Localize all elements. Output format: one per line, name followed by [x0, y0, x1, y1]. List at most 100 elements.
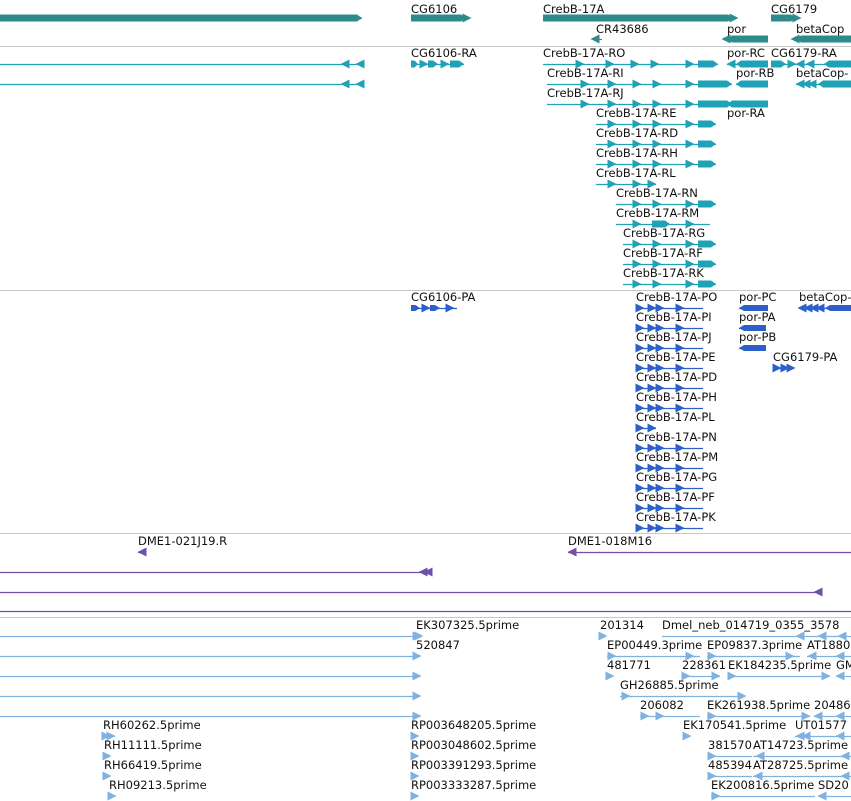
feature-label[interactable]: CrebB-17A-PJ — [636, 330, 712, 344]
feature-label[interactable]: RH66419.5prime — [104, 758, 202, 772]
feature-label[interactable]: CrebB-17A-PN — [636, 430, 717, 444]
feature-label[interactable]: CrebB-17A-PI — [636, 310, 712, 324]
exon-block[interactable] — [698, 60, 718, 68]
exon-block[interactable] — [0, 14, 362, 22]
feature-label[interactable]: AT14723.5prime — [753, 738, 848, 752]
feature-label[interactable]: SD20 — [818, 778, 849, 792]
feature-label[interactable]: 381570 — [708, 738, 752, 752]
feature-label[interactable]: 520847 — [416, 638, 460, 652]
feature-label[interactable]: GH26885.5prime — [620, 678, 719, 692]
feature-label[interactable]: 481771 — [607, 658, 651, 672]
feature-label[interactable]: CrebB-17A-PL — [636, 410, 715, 424]
feature-label[interactable]: CrebB-17A-RL — [596, 166, 676, 180]
exon-block[interactable] — [698, 140, 716, 148]
exon-block[interactable] — [824, 60, 851, 68]
feature-label[interactable]: CrebB-17A-RO — [543, 46, 625, 60]
feature-label[interactable]: GM — [836, 658, 851, 672]
strand-arrow — [445, 303, 455, 313]
feature-label[interactable]: RH11111.5prime — [104, 738, 202, 752]
feature-label[interactable]: betaCop — [796, 22, 844, 36]
feature-label[interactable]: CrebB-17A-RK — [623, 266, 704, 280]
feature-label[interactable]: por-RA — [727, 106, 765, 120]
feature-label[interactable]: CG6179-PA — [773, 350, 838, 364]
strand-arrow — [355, 59, 365, 69]
strand-arrow — [635, 523, 645, 533]
feature-label[interactable]: 228361 — [682, 658, 726, 672]
feature-label[interactable]: DME1-018M16 — [568, 534, 652, 548]
feature-label[interactable]: RH60262.5prime — [103, 718, 201, 732]
feature-label[interactable]: CrebB-17A-PE — [636, 350, 716, 364]
feature-label[interactable]: CG6106-PA — [411, 290, 476, 304]
feature-label[interactable]: CrebB-17A-PD — [636, 370, 717, 384]
feature-label[interactable]: CG6179-RA — [771, 46, 837, 60]
feature-label[interactable]: CrebB-17A-PM — [636, 450, 718, 464]
feature-label[interactable]: CrebB-17A-PO — [636, 290, 717, 304]
feature-label[interactable]: CrebB-17A-PK — [636, 510, 716, 524]
feature-label[interactable]: 20486 — [814, 698, 851, 712]
feature-label[interactable]: RP003391293.5prime — [411, 758, 536, 772]
feature-label[interactable]: EK170541.5prime — [683, 718, 786, 732]
feature-label[interactable]: DME1-021J19.R — [138, 534, 227, 548]
exon-block[interactable] — [698, 200, 716, 208]
strand-arrow — [835, 671, 845, 681]
feature-label[interactable]: UT01577 — [795, 718, 847, 732]
exon-block[interactable] — [736, 80, 768, 88]
feature-label[interactable]: RP003048602.5prime — [411, 738, 536, 752]
feature-label[interactable]: CrebB-17A-RD — [596, 126, 678, 140]
feature-label[interactable]: por — [727, 22, 746, 36]
feature-label[interactable]: por-PA — [739, 310, 776, 324]
feature-label[interactable]: 201314 — [600, 618, 644, 632]
feature-label[interactable]: CG6106-RA — [411, 46, 477, 60]
feature-label[interactable]: CrebB-17A-RG — [623, 226, 705, 240]
exon-block[interactable] — [698, 280, 716, 288]
feature-label[interactable]: por-RB — [736, 66, 774, 80]
feature-label[interactable]: CrebB-17A-PH — [636, 390, 717, 404]
exon-block[interactable] — [771, 60, 786, 68]
feature-label[interactable]: CrebB-17A-RF — [623, 246, 703, 260]
exon-block[interactable] — [739, 345, 766, 351]
exon-block[interactable] — [698, 160, 716, 168]
feature-label[interactable]: RP003648205.5prime — [411, 718, 536, 732]
exon-block[interactable] — [450, 60, 464, 68]
feature-label[interactable]: CR43686 — [596, 22, 649, 36]
feature-label[interactable]: Dmel_neb_014719_0355_3578 — [662, 618, 839, 632]
feature-label[interactable]: CrebB-17A-PF — [636, 490, 715, 504]
exon-block[interactable] — [727, 35, 768, 43]
feature-label[interactable]: AT1880 — [807, 638, 850, 652]
feature-label[interactable]: 485394 — [708, 758, 752, 772]
strand-arrow — [682, 731, 692, 741]
feature-label[interactable]: AT28725.5prime — [753, 758, 848, 772]
feature-label[interactable]: CG6106 — [411, 2, 457, 16]
exon-block[interactable] — [428, 60, 438, 68]
feature-label[interactable]: betaCop- — [799, 290, 851, 304]
feature-label[interactable]: CG6179 — [771, 2, 817, 16]
exon-block[interactable] — [698, 120, 716, 128]
feature-label[interactable]: RH09213.5prime — [109, 778, 207, 792]
exon-block[interactable] — [411, 60, 418, 68]
feature-label[interactable]: EK261938.5prime — [707, 698, 810, 712]
feature-label[interactable]: CrebB-17A-RM — [616, 206, 699, 220]
exon-block[interactable] — [818, 80, 851, 88]
exon-block[interactable] — [698, 80, 732, 88]
feature-label[interactable]: CrebB-17A-PG — [636, 470, 717, 484]
exon-block[interactable] — [825, 305, 851, 311]
feature-label[interactable]: EK200816.5prime — [711, 778, 814, 792]
feature-label[interactable]: CrebB-17A-RH — [596, 146, 678, 160]
feature-label[interactable]: EP09837.3prime — [707, 638, 802, 652]
feature-label[interactable]: EP00449.3prime — [607, 638, 702, 652]
feature-label[interactable]: por-RC — [727, 46, 765, 60]
exon-block[interactable] — [796, 35, 851, 43]
feature-label[interactable]: CrebB-17A-RJ — [547, 86, 624, 100]
exon-block[interactable] — [430, 305, 440, 311]
feature-label[interactable]: EK184235.5prime — [728, 658, 831, 672]
feature-label[interactable]: 206082 — [640, 698, 684, 712]
feature-label[interactable]: CrebB-17A-RE — [596, 106, 677, 120]
feature-label[interactable]: por-PB — [739, 330, 776, 344]
feature-label[interactable]: CrebB-17A-RI — [547, 66, 624, 80]
exon-block[interactable] — [411, 305, 420, 311]
feature-label[interactable]: CrebB-17A — [543, 2, 605, 16]
feature-label[interactable]: CrebB-17A-RN — [616, 186, 698, 200]
feature-label[interactable]: EK307325.5prime — [416, 618, 519, 632]
feature-label[interactable]: por-PC — [739, 290, 776, 304]
feature-label[interactable]: RP003333287.5prime — [411, 778, 536, 792]
